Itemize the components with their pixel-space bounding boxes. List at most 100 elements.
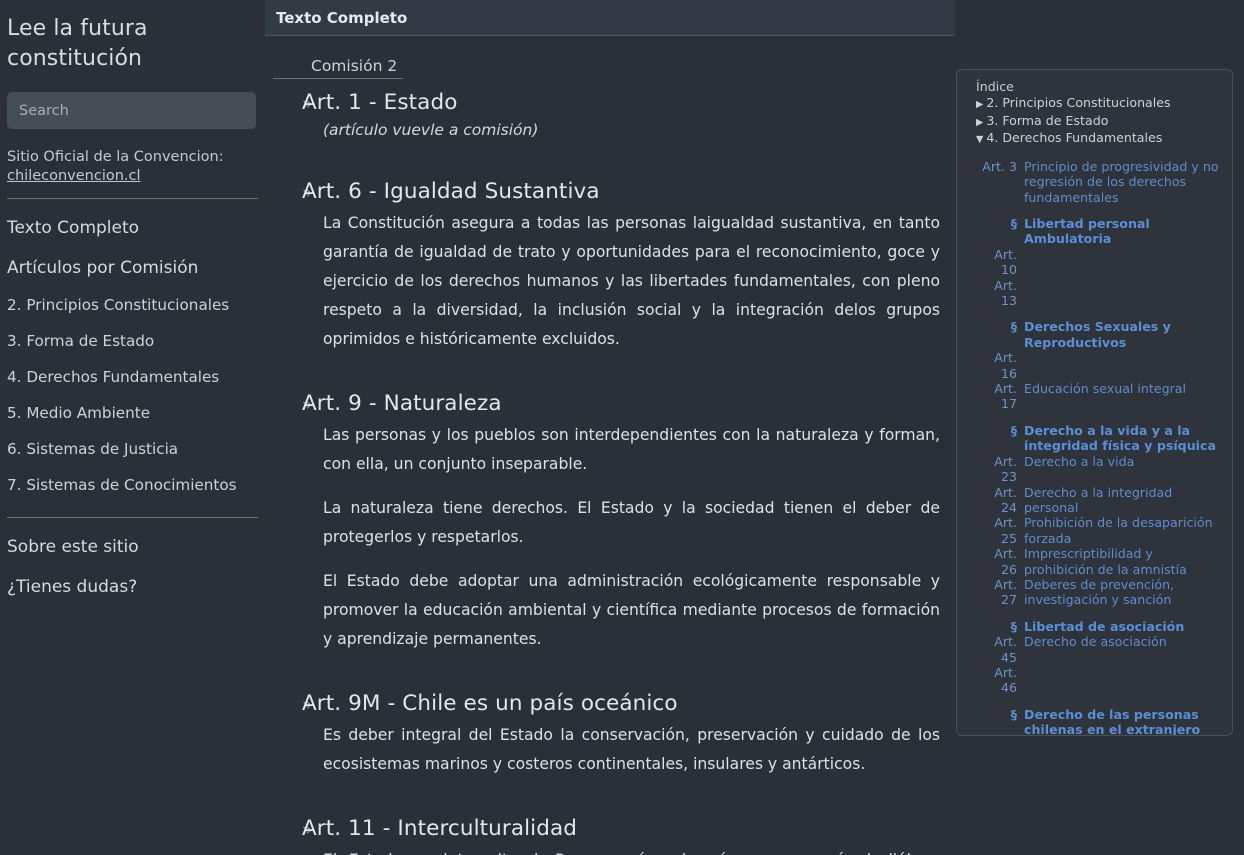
article-title[interactable]: Art. 11 - Interculturalidad [302, 814, 577, 844]
article: »Art. 11 - Interculturalidad El Estado es… [275, 814, 945, 855]
index-article-row[interactable]: Art. 10 [976, 247, 1224, 278]
index-section-row[interactable]: § Derechos Sexuales y Reproductivos [976, 319, 1224, 350]
article-spacer [275, 654, 945, 680]
index-panel: Índice ▶ 2. Principios Constitucionales ▶ 3… [956, 69, 1233, 736]
index-article-number: Art. 26 [994, 546, 1017, 577]
official-site-label: Sitio Oficial de la Convencion: [7, 149, 224, 165]
index-article-number: Art. 24 [994, 484, 1017, 515]
article: » Art. 9 - Naturaleza Las personas y los p… [275, 389, 945, 680]
index-row-label: Principio de progresividad y no regresió… [1024, 158, 1219, 205]
index-article-row[interactable]: Art. 16 [976, 350, 1224, 381]
index-group: § Derecho a la vida y a la integridad fís… [976, 423, 1224, 608]
index-row-label: Libertad personal Ambulatoria [1024, 216, 1150, 247]
left-sidebar: Lee la futura constitución Sitio Oficial… [0, 0, 265, 855]
chevron-right-icon: » [302, 695, 313, 715]
article-header[interactable]: » Art. 6 - Igualdad Sustantiva [275, 177, 945, 207]
article: » Art. 1 - Estado (artículo vuevle a comis… [275, 88, 945, 168]
section-symbol: § [1010, 618, 1017, 634]
index-article-row[interactable]: Art. 25 Prohibición de la desaparición fo… [976, 515, 1224, 546]
index-title: Índice [976, 79, 1014, 94]
sidebar-commission-item[interactable]: 5. Medio Ambiente [7, 403, 257, 423]
site-title: Lee la futura constitución [7, 16, 148, 71]
index-article-number: Art. 23 [994, 453, 1017, 485]
section-symbol: § [1010, 706, 1017, 722]
section-symbol: § [1010, 422, 1017, 438]
index-chapter-item[interactable]: ▼ 4. Derechos Fundamentales [976, 130, 1224, 148]
index-chapters-before: ▶ 2. Principios Constitucionales ▶ 3. Forma… [976, 95, 1224, 148]
article-title[interactable]: Art. 1 - Estado [302, 88, 457, 118]
chevron-right-icon: » [302, 183, 313, 203]
index-chapter-item[interactable]: ▶ 3. Forma de Estado [976, 113, 1224, 131]
index-group-spacer [976, 608, 1224, 619]
article-spacer [275, 779, 945, 805]
index-row-label: Derecho de asociación [1024, 634, 1167, 650]
article-spacer [275, 354, 945, 380]
sidebar-divider-top [7, 198, 258, 199]
index-row-label: Derecho a la integridad personal [1024, 484, 1173, 515]
index-group-spacer [976, 205, 1224, 216]
chevron-right-icon: » [302, 820, 313, 840]
index-group: § Libertad personal Ambulatoria Art. 10 Art… [976, 216, 1224, 308]
index-article-number: Art. 10 [994, 246, 1017, 278]
article-note: (artículo vuevle a comisión) [323, 121, 539, 139]
article-header[interactable]: » Art. 1 - Estado [275, 88, 945, 118]
article-spacer [275, 142, 945, 168]
index-article-number: Art. 27 [994, 576, 1017, 608]
index-article-number: Art. 25 [994, 515, 1017, 546]
article: » Art. 9M - Chile es un país oceánico Es d… [275, 689, 945, 805]
search-input[interactable] [7, 92, 256, 129]
triangle-down-icon[interactable]: ▼ [976, 134, 983, 145]
article-header[interactable]: » Art. 9M - Chile es un país oceánico [275, 689, 945, 719]
main-header-title: Texto Completo [276, 9, 408, 27]
index-article-row[interactable]: Art. 23 Derecho a la vida [976, 454, 1224, 485]
article-paragraph: Es deber integral del Estado la conserva… [323, 726, 940, 773]
sidebar-commission-item[interactable]: 6. Sistemas de Justicia [7, 439, 257, 459]
main-content-area: Comisión 2 » Art. 1 - Estado (artículo vue… [265, 37, 955, 855]
article-header[interactable]: » Art. 11 - Interculturalidad [275, 814, 945, 844]
index-article-number: Art. 45 [994, 634, 1017, 665]
index-article-row[interactable]: Art. 26 Imprescriptibilidad y prohibición… [976, 546, 1224, 577]
index-article-row[interactable]: Art. 13 [976, 278, 1224, 309]
index-chapter-label: 3. Forma de Estado [986, 112, 1109, 128]
article: » Art. 6 - Igualdad Sustantiva La Constitu… [275, 177, 945, 380]
article-title[interactable]: Art. 6 - Igualdad Sustantiva [302, 177, 600, 207]
chevron-right-icon: » [302, 94, 313, 114]
index-article-row[interactable]: Art. 24 Derecho a la integridad personal [976, 485, 1224, 516]
index-group: § Libertad de asociación Art. 45 Derecho de… [976, 619, 1224, 696]
article-paragraph: El Estado es intercultural. Reconocerá, … [275, 846, 945, 855]
article-paragraph: Las personas y los pueblos son interdepe… [323, 426, 940, 473]
sidebar-commission-item[interactable]: 7. Sistemas de Conocimientos [7, 475, 257, 495]
triangle-right-icon[interactable]: ▶ [976, 117, 983, 128]
triangle-right-icon[interactable]: ▶ [976, 99, 983, 110]
index-row-label: Libertad de asociación [1024, 618, 1185, 634]
index-chapter-item[interactable]: ▶ 2. Principios Constitucionales [976, 95, 1224, 113]
index-row-label: Imprescriptibilidad y prohibición de la … [1024, 546, 1187, 577]
sidebar-item-articulos-por-comision[interactable]: Artículos por Comisión [7, 257, 257, 279]
index-article-row[interactable]: Art. 3 Principio de progresividad y no re… [976, 159, 1224, 205]
article-title[interactable]: Art. 9 - Naturaleza [302, 389, 502, 419]
article-header[interactable]: » Art. 9 - Naturaleza [275, 389, 945, 419]
index-group-spacer [976, 412, 1224, 423]
sidebar-item-sobre-este-sitio[interactable]: Sobre este sitio [7, 536, 257, 558]
index-article-number: Art. 13 [994, 277, 1017, 309]
sidebar-item-tienes-dudas[interactable]: ¿Tienes dudas? [7, 576, 257, 598]
article-paragraph: El Estado debe adoptar una administració… [323, 572, 940, 648]
sidebar-commission-item[interactable]: 3. Forma de Estado [7, 331, 257, 351]
index-section-row[interactable]: § Libertad de asociación [976, 619, 1224, 634]
index-article-row[interactable]: Art. 27 Deberes de prevención, investigac… [976, 577, 1224, 608]
index-article-row[interactable]: Art. 46 [976, 665, 1224, 696]
article-paragraph: La naturaleza tiene derechos. El Estado … [323, 499, 940, 546]
sidebar-commission-item[interactable]: 2. Principios Constitucionales [7, 295, 257, 315]
index-article-row[interactable]: Art. 45 Derecho de asociación [976, 634, 1224, 665]
section-symbol: § [1010, 216, 1017, 231]
index-article-number: Art. 17 [994, 381, 1017, 412]
sidebar-commission-item[interactable]: 4. Derechos Fundamentales [7, 367, 257, 387]
article-title[interactable]: Art. 9M - Chile es un país oceánico [302, 689, 678, 719]
official-site-link[interactable]: chileconvencion.cl [7, 167, 257, 186]
index-row-label: Derecho de las personas chilenas en el e… [1024, 706, 1201, 736]
index-article-row[interactable]: Art. 17 Educación sexual integral [976, 381, 1224, 412]
index-section-row[interactable]: § Derecho a la vida y a la integridad fís… [976, 423, 1224, 454]
index-section-row[interactable]: § Derecho de las personas chilenas en el … [976, 706, 1224, 736]
sidebar-item-texto-completo[interactable]: Texto Completo [7, 217, 257, 239]
index-section-row[interactable]: § Libertad personal Ambulatoria [976, 216, 1224, 247]
